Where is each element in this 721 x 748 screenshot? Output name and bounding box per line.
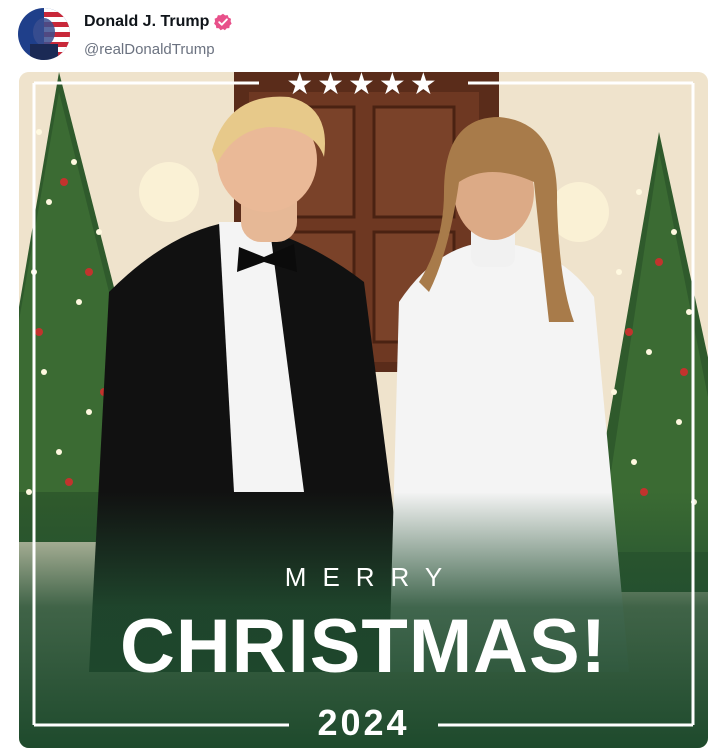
- stars-decoration: ★★★★★: [286, 72, 441, 101]
- display-name-row: Donald J. Trump: [84, 13, 232, 31]
- post-header: Donald J. Trump @realDonaldTrump: [0, 0, 721, 70]
- author-avatar[interactable]: [18, 8, 70, 60]
- verified-badge-icon: [214, 13, 232, 31]
- merry-text: MERRY: [284, 562, 459, 592]
- christmas-text: CHRISTMAS!: [119, 604, 608, 689]
- year-text: 2024: [317, 702, 410, 743]
- author-handle[interactable]: @realDonaldTrump: [84, 41, 215, 58]
- post-image[interactable]: ★★★★★ MERRY CHRISTMAS! 2024: [19, 72, 708, 748]
- display-name[interactable]: Donald J. Trump: [84, 13, 209, 31]
